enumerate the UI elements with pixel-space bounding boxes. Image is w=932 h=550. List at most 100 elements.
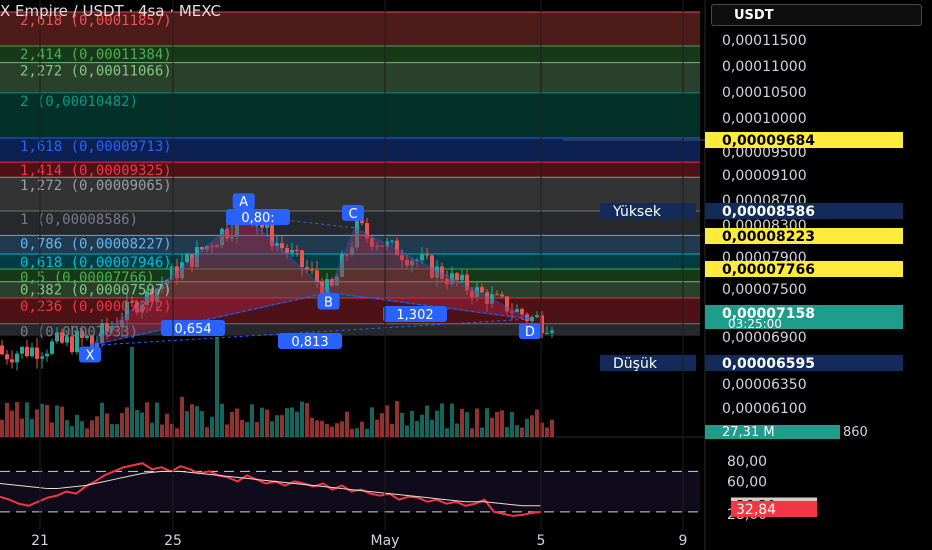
volume-bar (530, 415, 534, 437)
price-tag-label: 0,00008586 (722, 204, 815, 220)
volume-bar (250, 404, 254, 437)
volume-bar (270, 421, 274, 437)
volume-bar (550, 419, 554, 437)
candle-body (45, 353, 49, 357)
rsi-pane: 80,0060,0028,0036,3032,84 (0, 454, 817, 523)
volume-bar (375, 419, 379, 437)
volume-tag-label: 27,31 M (722, 425, 775, 440)
candle-body (15, 353, 19, 363)
volume-bar (390, 423, 394, 437)
volume-bar (365, 428, 369, 437)
volume-bar (130, 347, 134, 437)
volume-bar (320, 420, 324, 437)
candle-body (425, 254, 429, 256)
rsi-tick: 80,00 (727, 454, 767, 470)
time-tick: May (371, 533, 400, 549)
volume-bar (325, 424, 329, 437)
ratio-label: 0,80: (226, 209, 290, 226)
volume-bar (140, 412, 144, 437)
candle-body (530, 317, 534, 321)
volume-bar (200, 411, 204, 437)
volume-bar (335, 423, 339, 437)
volume-bar (40, 403, 44, 437)
candle-body (280, 243, 284, 248)
price-tick: 0,00011000 (722, 59, 807, 75)
time-tick: 9 (679, 533, 688, 549)
candle-body (20, 346, 24, 354)
volume-bar (210, 416, 214, 437)
point-label-d: D (518, 323, 541, 340)
fib-label: 1,414 (0,00009325) (20, 163, 172, 179)
price-tick: 0,00007500 (722, 282, 807, 298)
price-tick: 0,00006350 (722, 377, 807, 393)
volume-bar (30, 418, 34, 437)
candle-body (500, 294, 504, 297)
volume-bar (185, 411, 189, 437)
candle-body (535, 315, 539, 318)
candle-body (25, 346, 29, 357)
quote-badge[interactable]: USDT (711, 4, 922, 26)
volume-bar (305, 403, 309, 437)
candle-body (305, 267, 309, 270)
volume-bar (220, 403, 224, 437)
fib-label: 0 (0,00007033) (20, 325, 138, 341)
volume-bar (225, 424, 229, 437)
volume-bar (10, 410, 14, 437)
volume-bar (245, 422, 249, 437)
fib-label: 1 (0,00008586) (20, 212, 138, 228)
trading-chart[interactable]: X A B C D 0,654 0,80: 0,813 1,302 2,618 (0,00011… (0, 0, 932, 550)
ratio-label: 1,302 (383, 306, 447, 323)
candle-body (10, 359, 14, 363)
fib-label: 0,618 (0,00007946) (20, 255, 172, 271)
candle-body (390, 240, 394, 242)
candle-body (420, 254, 424, 261)
volume-bar (105, 413, 109, 437)
volume-bar (290, 407, 294, 437)
volume-bar (125, 407, 129, 437)
volume-bar (315, 420, 319, 437)
volume-bar (50, 422, 54, 437)
rsi-tick: 60,00 (727, 474, 767, 490)
volume-bar (490, 417, 494, 437)
candle-body (545, 332, 549, 334)
candle-body (35, 347, 39, 359)
volume-bar (80, 421, 84, 437)
ratio-label: 0,813 (278, 333, 342, 350)
volume-bar (355, 428, 359, 437)
volume-bar (175, 428, 179, 437)
candle-body (315, 270, 319, 282)
volume-bar (255, 422, 259, 437)
candle-body (295, 250, 299, 252)
volume-bar (95, 416, 99, 437)
volume-bar (90, 420, 94, 437)
volume-bar (35, 409, 39, 437)
volume-bar (460, 408, 464, 437)
volume-bar (450, 403, 454, 437)
countdown-label: 03:25:00 (728, 317, 782, 331)
candle-body (50, 341, 54, 354)
volume-bar (70, 426, 74, 437)
svg-text:0,80:: 0,80: (241, 211, 274, 226)
volume-bar (470, 428, 474, 437)
volume-bar (485, 408, 489, 437)
volume-bar (400, 413, 404, 437)
volume-bar (180, 397, 184, 437)
candle-body (285, 247, 289, 253)
svg-text:0,654: 0,654 (174, 322, 211, 337)
volume-bar (0, 419, 4, 437)
time-tick: 21 (31, 533, 49, 549)
volume-bar (380, 413, 384, 437)
point-label-b: B (317, 293, 340, 311)
volume-bar (410, 410, 414, 437)
volume-bar (345, 411, 349, 437)
volume-bar (525, 418, 529, 437)
volume-bar (455, 423, 459, 437)
svg-text:B: B (324, 296, 333, 311)
fib-label: 0,382 (0,00007597) (20, 283, 172, 299)
volume-bar (55, 405, 59, 437)
candle-body (460, 274, 464, 281)
volume-bar (25, 402, 29, 437)
fib-label: 0,786 (0,00008227) (20, 236, 172, 252)
volume-bar (280, 415, 284, 437)
candle-body (290, 250, 294, 253)
